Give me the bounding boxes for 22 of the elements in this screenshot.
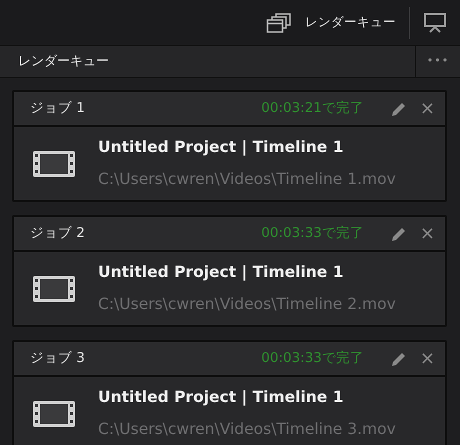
close-button[interactable]: ×	[420, 350, 435, 368]
job-status: 00:03:33で完了	[261, 349, 364, 368]
panel-title: レンダーキュー	[17, 52, 110, 71]
job-status: 00:03:21で完了	[261, 99, 364, 118]
job-name: ジョブ 3	[30, 349, 85, 368]
close-button[interactable]: ×	[420, 100, 435, 118]
close-button[interactable]: ×	[420, 224, 435, 242]
job-title: Untitled Project | Timeline 1	[98, 262, 345, 284]
toolbar-label[interactable]: レンダーキュー	[305, 13, 396, 32]
file-path: C:\Users\cwren\Videos\Timeline 1.mov	[98, 168, 396, 190]
file-path: C:\Users\cwren\Videos\Timeline 3.mov	[98, 418, 396, 440]
film-icon	[32, 400, 76, 428]
job-title: Untitled Project | Timeline 1	[98, 137, 345, 158]
job-name: ジョブ 2	[30, 224, 85, 244]
film-icon	[32, 274, 76, 302]
monitor-icon[interactable]	[423, 12, 447, 34]
job-status: 00:03:33で完了	[261, 224, 364, 244]
file-path: C:\Users\cwren\Videos\Timeline 2.mov	[98, 294, 396, 314]
job-name: ジョブ 1	[30, 99, 85, 118]
more-button[interactable]: •••	[415, 46, 460, 77]
film-icon	[32, 150, 76, 178]
job-title: Untitled Project | Timeline 1	[98, 387, 345, 408]
